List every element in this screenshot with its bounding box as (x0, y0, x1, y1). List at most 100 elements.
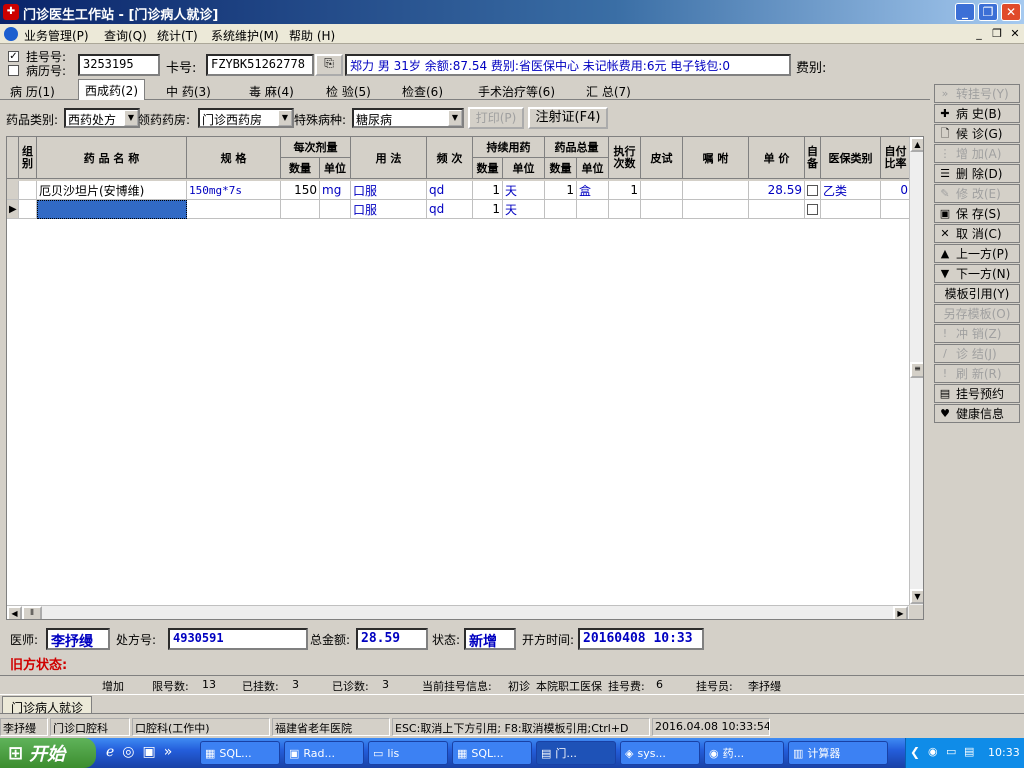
mdi-minimize-button[interactable]: _ (972, 27, 986, 41)
cell-group[interactable] (19, 181, 37, 200)
pharmacy-select[interactable]: 门诊西药房 ▼ (198, 108, 294, 128)
action-button-6[interactable]: ▣ 保 存(S) (934, 204, 1020, 223)
action-button-14[interactable]: ! 刷 新(R) (934, 364, 1020, 383)
scroll-left-icon[interactable]: ◀ (7, 606, 22, 619)
tray-monitor-icon[interactable]: ▭ (946, 745, 956, 758)
drug-type-select[interactable]: 西药处方 ▼ (64, 108, 140, 128)
cell-insurance-type[interactable] (821, 200, 881, 219)
cell-total-qty[interactable] (545, 200, 577, 219)
cell-drug-name[interactable] (37, 200, 187, 219)
cell-total-unit[interactable] (577, 200, 609, 219)
cell-exec-times[interactable]: 1 (609, 181, 641, 200)
cell-duration-qty[interactable]: 1 (473, 200, 503, 219)
taskbar-item[interactable]: ◉ 药... (704, 741, 784, 765)
menu-query[interactable]: 查询(Q) (104, 27, 147, 44)
action-button-10[interactable]: 模板引用(Y) (934, 284, 1020, 303)
mdi-restore-button[interactable]: ❐ (990, 27, 1004, 41)
cell-usage[interactable]: 口服 (351, 200, 427, 219)
special-disease-select[interactable]: 糖尿病 ▼ (352, 108, 464, 128)
action-button-16[interactable]: ♥ 健康信息 (934, 404, 1020, 423)
close-button[interactable]: ✕ (1001, 3, 1021, 21)
cell-total-qty[interactable]: 1 (545, 181, 577, 200)
action-button-5[interactable]: ✎ 修 改(E) (934, 184, 1020, 203)
action-button-2[interactable]: 🗋 候 诊(G) (934, 124, 1020, 143)
action-button-9[interactable]: ▼ 下一方(N) (934, 264, 1020, 283)
tab-chinese-medicine[interactable]: 中 药(3) (160, 81, 217, 100)
tray-network-icon[interactable]: ◉ (928, 745, 938, 758)
taskbar-item[interactable]: ▥ 计算器 (788, 741, 888, 765)
cell-duration-qty[interactable]: 1 (473, 181, 503, 200)
tab-summary[interactable]: 汇 总(7) (580, 81, 637, 100)
tray-expand-icon[interactable]: ❮ (910, 745, 920, 759)
action-button-3[interactable]: ⋮ 增 加(A) (934, 144, 1020, 163)
action-button-15[interactable]: ▤ 挂号预约 (934, 384, 1020, 403)
taskbar-item[interactable]: ▦ SQL... (452, 741, 532, 765)
cell-price[interactable]: 28.59 (749, 181, 805, 200)
cell-drug-name[interactable]: 厄贝沙坦片(安博维) (37, 181, 187, 200)
cell-duration-unit[interactable]: 天 (503, 181, 545, 200)
cell-usage[interactable]: 口服 (351, 181, 427, 200)
cell-insurance-type[interactable]: 乙类 (821, 181, 881, 200)
action-button-8[interactable]: ▲ 上一方(P) (934, 244, 1020, 263)
tab-surgery[interactable]: 手术治疗等(6) (472, 81, 561, 100)
cell-price[interactable] (749, 200, 805, 219)
cell-dose-qty[interactable]: 150 (281, 181, 320, 200)
cell-advice[interactable] (683, 181, 749, 200)
desktop-icon[interactable]: ▣ (143, 744, 156, 760)
cell-group[interactable] (19, 200, 37, 219)
cell-duration-unit[interactable]: 天 (503, 200, 545, 219)
taskbar-item[interactable]: ◈ sys... (620, 741, 700, 765)
tab-lab[interactable]: 检 验(5) (320, 81, 377, 100)
cell-self-supply[interactable] (805, 200, 821, 219)
mdi-close-button[interactable]: ✕ (1008, 27, 1022, 41)
h-scroll-thumb[interactable]: ⦀ (22, 606, 42, 619)
cell-frequency[interactable]: qd (427, 200, 473, 219)
card-input[interactable]: FZYBK51262778 (206, 54, 314, 76)
tab-exam[interactable]: 检查(6) (396, 81, 449, 100)
injection-cert-button[interactable]: 注射证(F4) (528, 107, 608, 129)
tray-computer-icon[interactable]: ▤ (964, 745, 974, 758)
menu-help[interactable]: 帮助 (H) (289, 27, 335, 44)
print-button[interactable]: 打印(P) (468, 107, 524, 129)
cell-self-pay-ratio[interactable] (881, 200, 911, 219)
self-supply-checkbox[interactable] (807, 203, 818, 215)
horizontal-scrollbar[interactable]: ◀ ⦀ ▶ (7, 605, 909, 619)
cell-frequency[interactable]: qd (427, 181, 473, 200)
browser-icon[interactable]: ◎ (122, 744, 134, 760)
record-no-input[interactable]: 3253195 (78, 54, 160, 76)
reg-no-checkbox[interactable]: ✓ (8, 51, 19, 62)
tab-western-medicine[interactable]: 西成药(2) (78, 79, 145, 100)
record-no-checkbox[interactable] (8, 65, 19, 76)
action-button-11[interactable]: 另存模板(O) (934, 304, 1020, 323)
cell-exec-times[interactable] (609, 200, 641, 219)
taskbar-item[interactable]: ▣ Rad... (284, 741, 364, 765)
cell-dose-qty[interactable] (281, 200, 320, 219)
app-menu-icon[interactable] (4, 27, 18, 41)
start-button[interactable]: ⊞ 开始 (0, 738, 96, 768)
action-button-13[interactable]: / 诊 结(J) (934, 344, 1020, 363)
more-icon[interactable]: » (164, 744, 173, 760)
action-button-7[interactable]: ✕ 取 消(C) (934, 224, 1020, 243)
action-button-0[interactable]: » 转挂号(Y) (934, 84, 1020, 103)
cell-self-supply[interactable] (805, 181, 821, 200)
vertical-scrollbar[interactable]: ▲ ≡ ▼ (909, 137, 923, 605)
cell-skin-test[interactable] (641, 200, 683, 219)
taskbar-item[interactable]: ▦ SQL... (200, 741, 280, 765)
scroll-right-icon[interactable]: ▶ (893, 606, 908, 619)
minimize-button[interactable]: _ (955, 3, 975, 21)
cell-spec[interactable] (187, 200, 281, 219)
action-button-1[interactable]: ✚ 病 史(B) (934, 104, 1020, 123)
taskbar-item[interactable]: ▤ 门... (536, 741, 616, 765)
restore-button[interactable]: ❐ (978, 3, 998, 21)
tab-narcotic[interactable]: 毒 麻(4) (243, 81, 300, 100)
scroll-thumb[interactable]: ≡ (910, 362, 923, 378)
cell-skin-test[interactable] (641, 181, 683, 200)
tab-history[interactable]: 病 历(1) (4, 81, 61, 100)
action-button-4[interactable]: ☰ 删 除(D) (934, 164, 1020, 183)
cell-dose-unit[interactable] (320, 200, 351, 219)
cell-self-pay-ratio[interactable]: 0 (881, 181, 911, 200)
self-supply-checkbox[interactable] (807, 184, 818, 196)
cell-total-unit[interactable]: 盒 (577, 181, 609, 200)
menu-business[interactable]: 业务管理(P) (24, 27, 89, 44)
cell-spec[interactable]: 150mg*7s (187, 181, 281, 200)
